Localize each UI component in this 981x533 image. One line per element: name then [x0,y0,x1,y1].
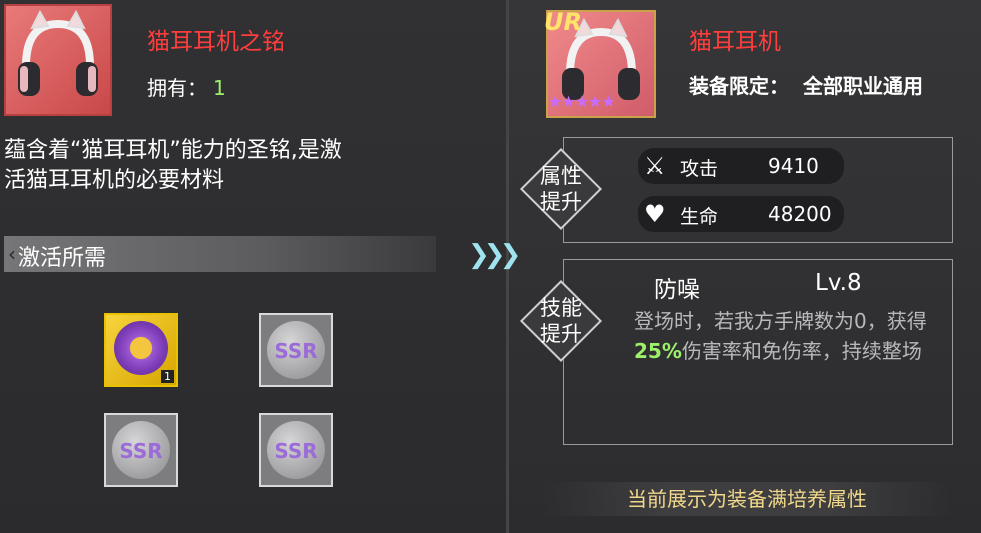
material-slot-ring[interactable]: 1 [104,313,178,387]
material-slot-ssr[interactable]: SSR [259,413,333,487]
stat-value: 48200 [768,202,832,226]
stat-name: 攻击 [680,158,719,180]
attribute-header-line-1: 属性 [540,164,582,188]
material-count: 1 [161,370,174,383]
attribute-header-line-2: 提升 [540,190,582,214]
skill-description: 登场时，若我方手牌数为0，获得 25%伤害率和免伤率，持续整场 [634,306,950,366]
heart-icon: ♥ [644,200,666,228]
ssr-label: SSR [274,339,318,363]
attribute-header: 属性 提升 [521,163,601,215]
skill-header-line-2: 提升 [540,322,582,346]
headphone-inscription-icon [4,4,112,116]
skill-header: 技能 提升 [521,295,601,347]
skill-desc-part-2: 伤害率和免伤率，持续整场 [681,339,922,363]
chevron-icon: ‹ [8,242,16,266]
star-rating: ★★★★★ [548,92,616,111]
equip-restriction: 装备限定： 全部职业通用 [689,70,923,99]
stat-row-attack: ⚔ 攻击 9410 [638,148,844,184]
item-title: 猫耳耳机之铭 [147,29,285,55]
equip-label: 装备限定： [689,74,789,98]
rarity-badge: UR [544,8,582,36]
item-description: 蕴含着“猫耳耳机”能力的圣铭,是激 活猫耳耳机的必要材料 [4,136,434,196]
description-line-1: 蕴含着“猫耳耳机”能力的圣铭,是激 [4,138,342,163]
skill-level: Lv.8 [815,270,862,296]
stat-name: 生命 [680,206,719,228]
description-line-2: 活猫耳耳机的必要材料 [4,168,225,193]
owned-count: 拥有： 1 [147,72,226,101]
stat-row-hp: ♥ 生命 48200 [638,196,844,232]
purple-ring-icon [114,321,168,375]
ssr-label: SSR [274,439,318,463]
material-slot-ssr[interactable]: SSR [104,413,178,487]
owned-label: 拥有： [147,76,207,100]
owned-value: 1 [213,76,226,100]
skill-desc-highlight: 25% [634,339,682,363]
skill-name: 防噪 [654,277,700,303]
requirements-title: 激活所需 [18,246,107,271]
footer-note: 当前展示为装备满培养属性 [542,482,952,516]
skill-desc-part-1: 登场时，若我方手牌数为0，获得 [634,309,927,333]
skill-header-line-1: 技能 [540,296,582,320]
requirements-header: ‹ 激活所需 [4,236,436,272]
material-slot-ssr[interactable]: SSR [259,313,333,387]
triple-chevron-icon: ❯❯❯ [468,240,521,270]
equip-value: 全部职业通用 [803,74,923,98]
ssr-label: SSR [119,439,163,463]
equipment-title: 猫耳耳机 [689,29,781,55]
stat-value: 9410 [768,154,819,178]
crossed-swords-icon: ⚔ [644,152,666,180]
